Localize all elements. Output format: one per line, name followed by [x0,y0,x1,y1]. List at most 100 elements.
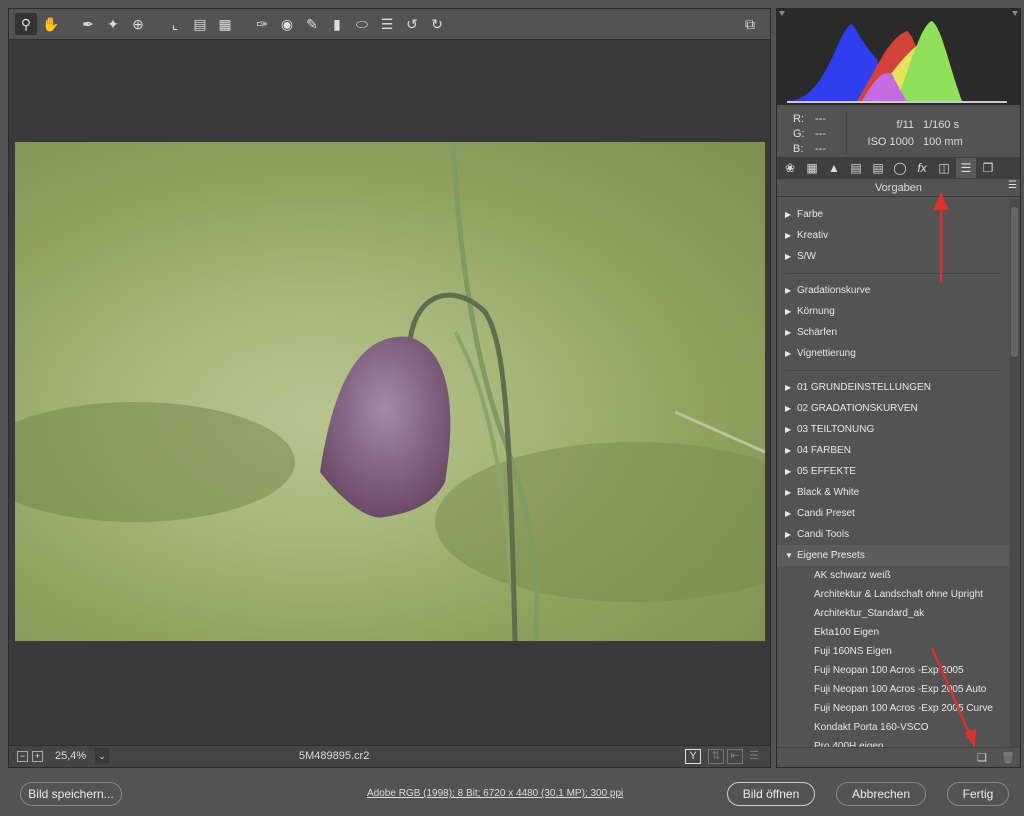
preset-group-label: 04 FARBEN [797,445,851,456]
preset-group-label: Black & White [797,487,860,498]
expand-triangle-icon[interactable]: ▶ [785,280,797,301]
tab-split-toning-icon[interactable]: ▤ [868,158,888,178]
preset-item[interactable]: Fuji Neopan 100 Acros -Exp 2005 Auto [777,680,1009,699]
expand-triangle-icon[interactable]: ▶ [785,301,797,322]
preset-group[interactable]: ▶ Vignettierung [777,343,1009,364]
r-label: R: [793,113,804,125]
preset-item[interactable]: Architektur_Standard_ak [777,604,1009,623]
shutter-speed: 1/160 s [923,119,960,131]
divider [785,370,1001,371]
crop-icon[interactable]: ⌞ [164,13,186,35]
preset-group[interactable]: ▶ Farbe [777,204,1009,225]
flower-image [15,142,765,641]
preset-group[interactable]: ▶ 04 FARBEN [777,440,1009,461]
new-preset-icon[interactable]: ❏ [977,751,987,764]
preset-group-label: 03 TEILTONUNG [797,424,875,435]
tab-presets-icon[interactable]: ☰ [956,158,976,178]
white-balance-icon[interactable]: ✒ [77,13,99,35]
preset-group[interactable]: ▶ Candi Preset [777,503,1009,524]
expand-triangle-icon[interactable]: ▶ [785,398,797,419]
radial-filter-icon[interactable]: ⬭ [351,13,373,35]
preset-item[interactable]: Fuji 160NS Eigen [777,642,1009,661]
red-eye-icon[interactable]: ◉ [276,13,298,35]
hand-icon[interactable]: ✋ [40,13,62,35]
aperture: f/11 [896,119,914,131]
scrollbar-thumb[interactable] [1011,207,1018,357]
tab-lens-icon[interactable]: ◯ [890,158,910,178]
preset-group-label: Candi Preset [797,508,855,519]
workflow-options-link[interactable]: Adobe RGB (1998); 8 Bit; 6720 x 4480 (30… [367,788,623,799]
tab-effects-icon[interactable]: fx [912,158,932,178]
spot-removal-icon[interactable]: ✑ [251,13,273,35]
preset-group[interactable]: ▶ 02 GRADATIONSKURVEN [777,398,1009,419]
expand-triangle-icon[interactable]: ▶ [785,204,797,225]
zoom-dropdown-chevron-icon[interactable]: ⌄ [95,748,109,764]
tab-hsl-icon[interactable]: ▤ [846,158,866,178]
preset-group[interactable]: ▶ 03 TEILTONUNG [777,419,1009,440]
save-image-button[interactable]: Bild speichern... [20,782,122,806]
preset-group[interactable]: ▶ Kreativ [777,225,1009,246]
preset-item[interactable]: Fuji Neopan 100 Acros -Exp 2005 Curve [777,699,1009,718]
zoom-level[interactable]: 25,4% [55,750,86,762]
rotate-right-icon[interactable]: ↻ [426,13,448,35]
expand-triangle-icon[interactable]: ▶ [785,482,797,503]
done-button[interactable]: Fertig [947,782,1009,806]
shadow-clipping-icon [779,11,785,16]
preset-group[interactable]: ▶ Körnung [777,301,1009,322]
tab-basic-icon[interactable]: ❀ [780,158,800,178]
preset-group-expanded[interactable]: ▼ Eigene Presets [777,545,1009,566]
preset-item[interactable]: AK schwarz weiß [777,566,1009,585]
expand-triangle-icon[interactable]: ▶ [785,225,797,246]
expand-triangle-icon[interactable]: ▶ [785,461,797,482]
collapse-triangle-icon[interactable]: ▼ [785,545,797,566]
expand-triangle-icon[interactable]: ▶ [785,419,797,440]
tab-calibration-icon[interactable]: ◫ [934,158,954,178]
copy-settings-icon[interactable]: ⇤ [727,749,743,764]
trash-icon[interactable]: 🗑 [1001,751,1015,764]
adjustment-brush-icon[interactable]: ✎ [301,13,323,35]
cancel-button[interactable]: Abbrechen [836,782,926,806]
preset-group-label: Kreativ [797,230,829,241]
zoom-in-button[interactable]: + [32,751,43,762]
expand-triangle-icon[interactable]: ▶ [785,440,797,461]
expand-triangle-icon[interactable]: ▶ [785,524,797,545]
expand-triangle-icon[interactable]: ▶ [785,322,797,343]
preset-group[interactable]: ▶ 01 GRUNDEINSTELLUNGEN [777,377,1009,398]
transform-icon[interactable]: ▦ [214,13,236,35]
targeted-adjustment-icon[interactable]: ⊕ [127,13,149,35]
presets-list-icon[interactable]: ☰ [376,13,398,35]
color-sampler-icon[interactable]: ✦ [102,13,124,35]
scrollbar[interactable] [1010,199,1019,747]
preset-item[interactable]: Fuji Neopan 100 Acros -Exp 2005 [777,661,1009,680]
preset-group[interactable]: ▶ 05 EFFEKTE [777,461,1009,482]
preset-group[interactable]: ▶ Black & White [777,482,1009,503]
expand-triangle-icon[interactable]: ▶ [785,377,797,398]
preset-group[interactable]: ▶ Candi Tools [777,524,1009,545]
tab-tone-curve-icon[interactable]: ▦ [802,158,822,178]
expand-triangle-icon[interactable]: ▶ [785,246,797,267]
open-image-button[interactable]: Bild öffnen [727,782,815,806]
preset-group[interactable]: ▶ Schärfen [777,322,1009,343]
preset-group[interactable]: ▶ S/W [777,246,1009,267]
preset-group-label: Körnung [797,306,835,317]
expand-triangle-icon[interactable]: ▶ [785,503,797,524]
zoom-icon[interactable]: ⚲ [15,13,37,35]
preset-item[interactable]: Architektur & Landschaft ohne Upright [777,585,1009,604]
expand-triangle-icon[interactable]: ▶ [785,343,797,364]
preset-item[interactable]: Pro 400H eigen [777,737,1009,747]
filename: 5M489895.cr2 [299,750,370,762]
preset-item[interactable]: Kondakt Porta 160-VSCO [777,718,1009,737]
preset-group[interactable]: ▶ Gradationskurve [777,280,1009,301]
graduated-filter-icon[interactable]: ▮ [326,13,348,35]
compare-settings-icon[interactable]: ☰ [749,749,759,762]
fullscreen-icon[interactable]: ⧉ [739,13,761,35]
preset-item[interactable]: Ekta100 Eigen [777,623,1009,642]
zoom-out-button[interactable]: − [17,751,28,762]
tab-snapshots-icon[interactable]: ❐ [978,158,998,178]
swap-settings-icon[interactable]: ⇅ [708,749,724,764]
compare-view-button[interactable]: Y [685,749,701,764]
straighten-icon[interactable]: ▤ [189,13,211,35]
rotate-left-icon[interactable]: ↺ [401,13,423,35]
tab-detail-icon[interactable]: ▲ [824,158,844,178]
panel-menu-icon[interactable]: ☰ [1008,180,1017,191]
